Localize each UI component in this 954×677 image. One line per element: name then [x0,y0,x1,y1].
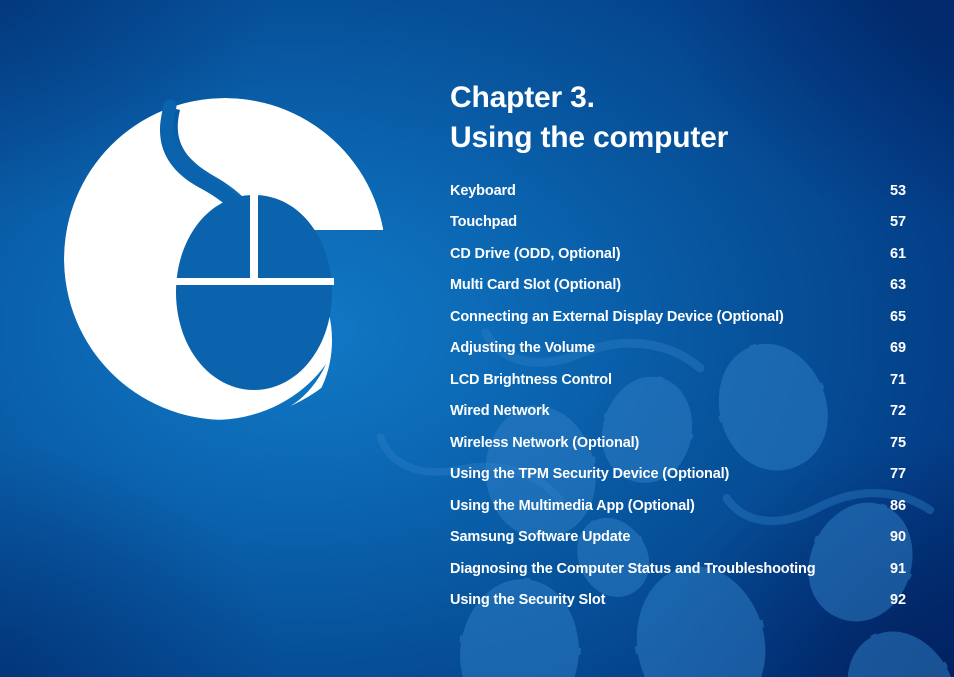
toc-entry[interactable]: Connecting an External Display Device (O… [450,301,954,333]
toc-entry-label: Using the Multimedia App (Optional) [450,497,695,514]
toc-entry-page-number: 57 [890,214,906,231]
toc-entry[interactable]: Adjusting the Volume 69 [450,333,954,365]
toc-entry-label: Adjusting the Volume [450,340,595,357]
chapter-cover-page: Chapter 3. Using the computer Keyboard 53… [0,0,954,677]
toc-entry[interactable]: Diagnosing the Computer Status and Troub… [450,553,954,585]
toc-entry-label: Wired Network [450,403,550,420]
toc-entry-label: Keyboard [450,182,516,199]
toc-entry[interactable]: Keyboard 53 [450,175,954,207]
toc-entry-label: Wireless Network (Optional) [450,434,640,451]
toc-entry-page-number: 90 [890,529,906,546]
toc-entry-label: LCD Brightness Control [450,371,612,388]
toc-entry-page-number: 71 [890,371,906,388]
toc-entry-label: Multi Card Slot (Optional) [450,277,621,294]
toc-entry-page-number: 65 [890,308,906,325]
toc-entry[interactable]: Using the TPM Security Device (Optional)… [450,459,954,491]
toc-entry-label: Connecting an External Display Device (O… [450,308,784,325]
toc-entry-page-number: 63 [890,277,906,294]
toc-entry-label: Diagnosing the Computer Status and Troub… [450,560,816,577]
toc-entry-label: Touchpad [450,214,517,231]
toc-entry-label: Samsung Software Update [450,529,631,546]
toc-entry-label: CD Drive (ODD, Optional) [450,245,621,262]
toc-entry-page-number: 86 [890,497,906,514]
toc-entry[interactable]: Using the Multimedia App (Optional) 86 [450,490,954,522]
toc-entry[interactable]: Wired Network 72 [450,396,954,428]
toc-entry-page-number: 69 [890,340,906,357]
toc-entry-page-number: 77 [890,466,906,483]
toc-entry[interactable]: Touchpad 57 [450,207,954,239]
toc-entry[interactable]: Using the Security Slot 92 [450,585,954,617]
toc-entry-page-number: 75 [890,434,906,451]
toc-entry[interactable]: CD Drive (ODD, Optional) 61 [450,238,954,270]
toc-entry-page-number: 72 [890,403,906,420]
content-column: Chapter 3. Using the computer Keyboard 53… [450,0,954,677]
toc-entry[interactable]: Samsung Software Update 90 [450,522,954,554]
toc-entry-label: Using the Security Slot [450,592,606,609]
mouse-illustration [64,98,386,420]
toc-entry-page-number: 61 [890,245,906,262]
toc-entry-page-number: 92 [890,592,906,609]
table-of-contents: Keyboard 53 Touchpad 57 CD Drive (ODD, Optio… [450,175,954,616]
page-title: Chapter 3. Using the computer [450,81,729,154]
toc-entry-page-number: 91 [890,560,906,577]
toc-entry-page-number: 53 [890,182,906,199]
toc-entry[interactable]: Multi Card Slot (Optional) 63 [450,270,954,302]
mouse-button-split-vertical [250,194,258,280]
toc-entry[interactable]: Wireless Network (Optional) 75 [450,427,954,459]
toc-entry-label: Using the TPM Security Device (Optional) [450,466,730,483]
toc-entry[interactable]: LCD Brightness Control 71 [450,364,954,396]
